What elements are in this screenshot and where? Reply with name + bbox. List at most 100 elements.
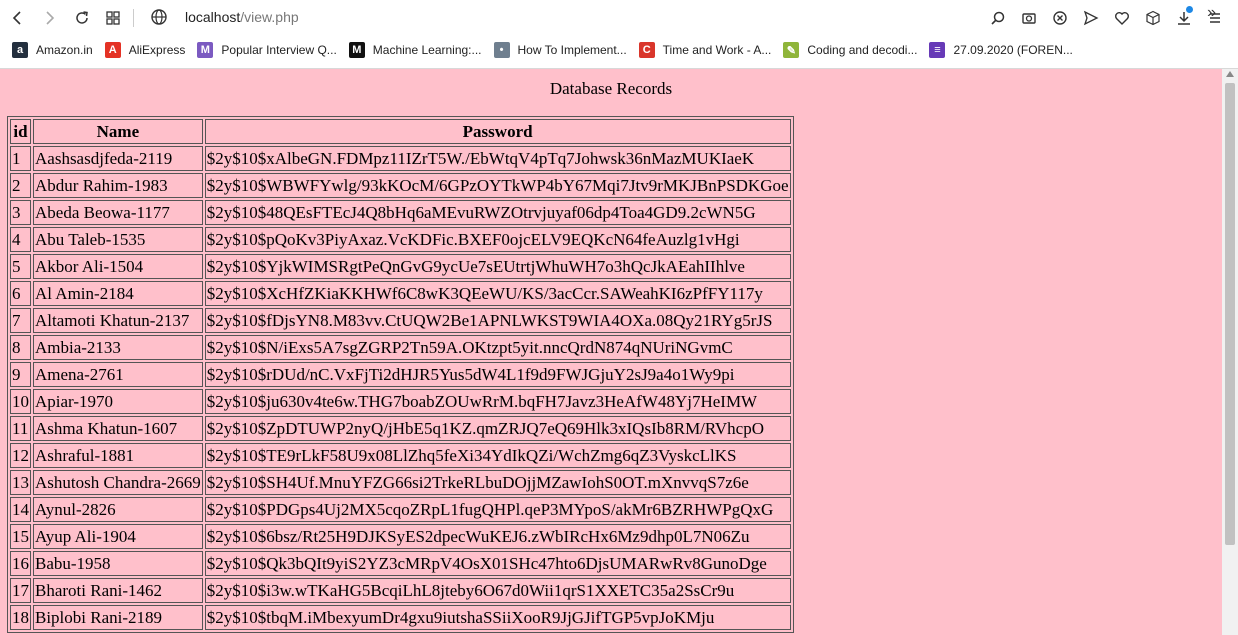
aliexpress-icon: A <box>104 42 121 58</box>
tabs-grid-icon[interactable] <box>101 6 125 30</box>
id-cell: 7 <box>10 308 31 333</box>
profile-icon: • <box>493 42 510 58</box>
name-cell: Aynul-2826 <box>33 497 203 522</box>
scrollbar-thumb[interactable] <box>1225 83 1235 545</box>
password-cell: $2y$10$ju630v4te6w.THG7boabZOUwRrM.bqFH7… <box>204 389 791 414</box>
table-row: 2 Abdur Rahim-1983 $2y$10$WBWFYwlg/93kKOcM… <box>10 173 791 198</box>
toolbar-actions <box>986 6 1226 30</box>
password-cell: $2y$10$Qk3bQIt9yiS2YZ3cMRpV4OsX01SHc47ht… <box>204 551 791 576</box>
table-row: 3 Abeda Beowa-1177 $2y$10$48QEsFTEcJ4Q8bHq… <box>10 200 791 225</box>
table-row: 5 Akbor Ali-1504 $2y$10$YjkWIMSRgtPeQnGvG9… <box>10 254 791 279</box>
close-circle-icon[interactable] <box>1048 6 1071 30</box>
id-cell: 10 <box>10 389 31 414</box>
password-cell: $2y$10$YjkWIMSRgtPeQnGvG9ycUe7sEUtrtjWhu… <box>204 254 791 279</box>
name-cell: Abdur Rahim-1983 <box>33 173 203 198</box>
url-path: /view.php <box>240 9 299 25</box>
name-cell: Ashma Khatun-1607 <box>33 416 203 441</box>
id-cell: 16 <box>10 551 31 576</box>
name-cell: Abu Taleb-1535 <box>33 227 203 252</box>
bookmark-item[interactable]: C Time and Work - A... <box>638 42 772 58</box>
zoom-icon[interactable] <box>986 6 1009 30</box>
bookmark-item[interactable]: M Popular Interview Q... <box>197 42 337 58</box>
amazon-icon: a <box>12 42 28 58</box>
bookmark-item[interactable]: • How To Implement... <box>493 42 627 58</box>
table-row: 18 Biplobi Rani-2189 $2y$10$tbqM.iMbexyumD… <box>10 605 791 630</box>
password-cell: $2y$10$SH4Uf.MnuYFZG66si2TrkeRLbuDOjjMZa… <box>204 470 791 495</box>
column-header-id: id <box>10 119 31 144</box>
table-row: 16 Babu-1958 $2y$10$Qk3bQIt9yiS2YZ3cMRpV4O… <box>10 551 791 576</box>
name-cell: Akbor Ali-1504 <box>33 254 203 279</box>
id-cell: 1 <box>10 146 31 171</box>
password-cell: $2y$10$xAlbeGN.FDMpz11IZrT5W./EbWtqV4pTq… <box>204 146 791 171</box>
bookmark-item[interactable]: a Amazon.in <box>12 42 93 58</box>
bookmark-label: Coding and decodi... <box>807 43 918 57</box>
page-title: Database Records <box>549 79 673 98</box>
column-header-password: Password <box>204 119 791 144</box>
browser-toolbar: localhost/view.php <box>0 0 1238 36</box>
password-cell: $2y$10$N/iExs5A7sgZGRP2Tn59A.OKtzpt5yit.… <box>204 335 791 360</box>
cube-icon[interactable] <box>1141 6 1164 30</box>
name-cell: Ashraful-1881 <box>33 443 203 468</box>
name-cell: Altamoti Khatun-2137 <box>33 308 203 333</box>
id-cell: 4 <box>10 227 31 252</box>
password-cell: $2y$10$PDGps4Uj2MX5cqoZRpL1fugQHPl.qeP3M… <box>204 497 791 522</box>
password-cell: $2y$10$ZpDTUWP2nyQ/jHbE5q1KZ.qmZRJQ7eQ69… <box>204 416 791 441</box>
password-cell: $2y$10$TE9rLkF58U9x08LlZhq5feXi34YdIkQZi… <box>204 443 791 468</box>
reload-icon[interactable] <box>70 6 94 30</box>
password-cell: $2y$10$tbqM.iMbexyumDr4gxu9iutshaSSiiXoo… <box>204 605 791 630</box>
address-bar[interactable]: localhost/view.php <box>185 9 299 25</box>
name-cell: Amena-2761 <box>33 362 203 387</box>
password-cell: $2y$10$pQoKv3PiyAxaz.VcKDFic.BXEF0ojcELV… <box>204 227 791 252</box>
id-cell: 14 <box>10 497 31 522</box>
camera-icon[interactable] <box>1017 6 1040 30</box>
medium-icon: M <box>348 42 365 58</box>
name-cell: Babu-1958 <box>33 551 203 576</box>
name-cell: Biplobi Rani-2189 <box>33 605 203 630</box>
bookmark-item[interactable]: ≡ 27.09.2020 (FOREN... <box>929 42 1073 58</box>
id-cell: 17 <box>10 578 31 603</box>
id-cell: 5 <box>10 254 31 279</box>
password-cell: $2y$10$rDUd/nC.VxFjTi2dHJR5Yus5dW4L1f9d9… <box>204 362 791 387</box>
password-cell: $2y$10$48QEsFTEcJ4Q8bHq6aMEvuRWZOtrvjuya… <box>204 200 791 225</box>
name-cell: Al Amin-2184 <box>33 281 203 306</box>
table-row: 6 Al Amin-2184 $2y$10$XcHfZKiaKKHWf6C8wK3Q… <box>10 281 791 306</box>
toolbar-divider <box>133 9 134 27</box>
bookmark-item[interactable]: M Machine Learning:... <box>348 42 482 58</box>
forward-icon[interactable] <box>37 6 61 30</box>
back-icon[interactable] <box>6 6 30 30</box>
table-row: 13 Ashutosh Chandra-2669 $2y$10$SH4Uf.MnuY… <box>10 470 791 495</box>
download-icon[interactable] <box>1172 6 1195 30</box>
table-row: 1 Aashsasdjfeda-2119 $2y$10$xAlbeGN.FDMpz1… <box>10 146 791 171</box>
name-cell: Bharoti Rani-1462 <box>33 578 203 603</box>
bookmark-label: How To Implement... <box>517 43 627 57</box>
id-cell: 11 <box>10 416 31 441</box>
table-row: 11 Ashma Khatun-1607 $2y$10$ZpDTUWP2nyQ/jH… <box>10 416 791 441</box>
bookmarks-overflow-icon[interactable]: » <box>1207 4 1216 22</box>
id-cell: 12 <box>10 443 31 468</box>
browser-chrome: localhost/view.php a Amazon.in A AliExpress… <box>0 0 1238 69</box>
password-cell: $2y$10$WBWFYwlg/93kKOcM/6GPzOYTkWP4bY67M… <box>204 173 791 198</box>
name-cell: Ashutosh Chandra-2669 <box>33 470 203 495</box>
id-cell: 18 <box>10 605 31 630</box>
id-cell: 9 <box>10 362 31 387</box>
password-cell: $2y$10$i3w.wTKaHG5BcqiLhL8jteby6O67d0Wii… <box>204 578 791 603</box>
pencil-icon: ✎ <box>783 42 800 58</box>
column-header-name: Name <box>33 119 203 144</box>
name-cell: Ayup Ali-1904 <box>33 524 203 549</box>
id-cell: 2 <box>10 173 31 198</box>
table-row: 7 Altamoti Khatun-2137 $2y$10$fDjsYN8.M83v… <box>10 308 791 333</box>
download-badge-dot <box>1186 6 1193 13</box>
bookmark-item[interactable]: ✎ Coding and decodi... <box>783 42 917 58</box>
send-icon[interactable] <box>1079 6 1102 30</box>
table-row: 8 Ambia-2133 $2y$10$N/iExs5A7sgZGRP2Tn59A.… <box>10 335 791 360</box>
name-cell: Ambia-2133 <box>33 335 203 360</box>
bookmark-item[interactable]: A AliExpress <box>104 42 185 58</box>
records-table: id Name Password 1 Aashsasdjfeda-2119 $2y$… <box>7 116 794 633</box>
heart-icon[interactable] <box>1110 6 1133 30</box>
globe-icon <box>151 9 167 25</box>
vertical-scrollbar[interactable] <box>1222 69 1238 635</box>
bookmark-label: Time and Work - A... <box>662 43 772 57</box>
table-row: 17 Bharoti Rani-1462 $2y$10$i3w.wTKaHG5Bcq… <box>10 578 791 603</box>
scroll-up-arrow-icon[interactable] <box>1226 71 1234 77</box>
id-cell: 6 <box>10 281 31 306</box>
